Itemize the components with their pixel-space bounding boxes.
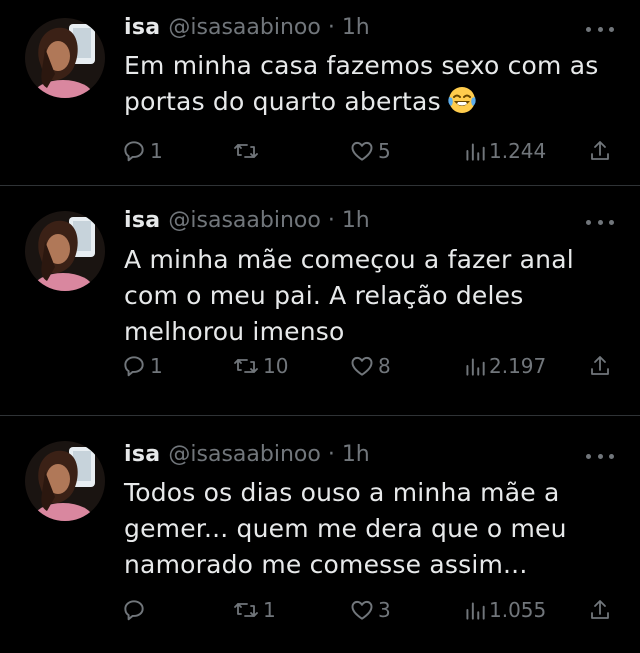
heart-icon	[351, 141, 373, 161]
like-button[interactable]: 3	[349, 594, 391, 626]
like-button[interactable]: 5	[349, 135, 391, 167]
share-button[interactable]	[588, 350, 612, 382]
views-chart-icon	[466, 602, 485, 620]
retweet-button[interactable]	[232, 135, 263, 167]
reply-count: 1	[150, 354, 163, 378]
retweet-icon	[234, 359, 258, 373]
tweet[interactable]: isa @isasaabinoo · 1h Em minha casa fazem…	[0, 0, 640, 186]
reply-button[interactable]: 1	[121, 350, 163, 382]
timestamp[interactable]: 1h	[342, 208, 370, 233]
tweet[interactable]: isa @isasaabinoo · 1h Todos os dias ouso …	[0, 416, 640, 653]
heart-icon	[351, 356, 373, 376]
avatar[interactable]	[25, 211, 105, 291]
reply-icon	[124, 356, 144, 377]
views-button[interactable]: 1.055	[464, 594, 546, 626]
more-dots-icon[interactable]	[586, 451, 614, 461]
share-button[interactable]	[588, 594, 612, 626]
action-bar: 1 3 1.055	[0, 594, 640, 626]
tweet[interactable]: isa @isasaabinoo · 1h A minha mãe começou…	[0, 186, 640, 416]
views-count: 1.055	[489, 598, 547, 622]
tweet-text: A minha mãe começou a fazer anal com o m…	[124, 245, 574, 346]
like-count: 3	[378, 598, 391, 622]
display-name[interactable]: isa	[124, 208, 160, 233]
avatar[interactable]	[25, 18, 105, 98]
avatar[interactable]	[25, 441, 105, 521]
heart-icon	[351, 600, 373, 620]
timestamp[interactable]: 1h	[342, 15, 370, 40]
retweet-icon	[234, 144, 258, 158]
display-name[interactable]: isa	[124, 15, 160, 40]
retweet-button[interactable]: 10	[232, 350, 288, 382]
share-icon	[591, 600, 609, 619]
display-name[interactable]: isa	[124, 442, 160, 467]
tweet-text-content: Em minha casa fazemos sexo com as portas…	[124, 51, 599, 116]
user-handle[interactable]: @isasaabinoo	[168, 442, 320, 467]
share-icon	[591, 141, 609, 160]
tweet-text: Todos os dias ouso a minha mãe a gemer..…	[124, 478, 567, 579]
retweet-button[interactable]: 1	[232, 594, 276, 626]
tweet-header: isa @isasaabinoo · 1h	[124, 13, 570, 43]
views-count: 1.244	[489, 139, 547, 163]
action-bar: 1 10 8 2.197	[0, 350, 640, 382]
reply-button[interactable]	[121, 594, 150, 626]
views-chart-icon	[466, 143, 485, 161]
reply-button[interactable]: 1	[121, 135, 163, 167]
retweet-count: 10	[263, 354, 289, 378]
like-count: 5	[378, 139, 391, 163]
views-count: 2.197	[489, 354, 547, 378]
share-icon	[591, 356, 609, 375]
views-chart-icon	[466, 358, 485, 376]
face-with-tears-of-joy-icon	[448, 87, 476, 113]
user-handle[interactable]: @isasaabinoo	[168, 15, 320, 40]
more-dots-icon[interactable]	[586, 24, 614, 34]
tweet-header: isa @isasaabinoo · 1h	[124, 440, 570, 470]
action-bar: 1 5 1.244	[0, 135, 640, 167]
user-handle[interactable]: @isasaabinoo	[168, 208, 320, 233]
retweet-icon	[234, 603, 258, 617]
reply-icon	[124, 141, 144, 162]
like-button[interactable]: 8	[349, 350, 391, 382]
views-button[interactable]: 1.244	[464, 135, 546, 167]
timestamp[interactable]: 1h	[342, 442, 370, 467]
share-button[interactable]	[588, 135, 612, 167]
separator: ·	[327, 442, 335, 467]
like-count: 8	[378, 354, 391, 378]
tweet-text: Em minha casa fazemos sexo com as portas…	[124, 48, 610, 120]
more-dots-icon[interactable]	[586, 217, 614, 227]
reply-icon	[124, 600, 144, 621]
reply-count: 1	[150, 139, 163, 163]
views-button[interactable]: 2.197	[464, 350, 546, 382]
tweet-header: isa @isasaabinoo · 1h	[124, 206, 570, 236]
retweet-count: 1	[263, 598, 276, 622]
separator: ·	[327, 208, 335, 233]
separator: ·	[327, 15, 335, 40]
